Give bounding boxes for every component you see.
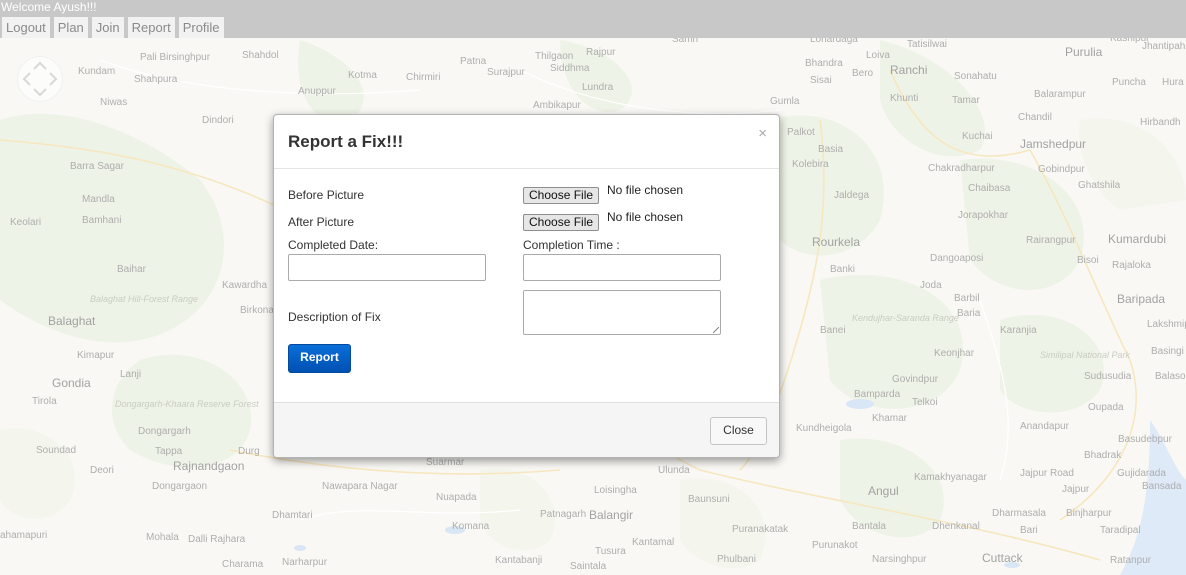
- completed-date-input[interactable]: [288, 254, 486, 281]
- welcome-text: Welcome Ayush!!!: [1, 0, 97, 14]
- resize-grip-icon[interactable]: [713, 327, 719, 333]
- modal-title: Report a Fix!!!: [288, 132, 404, 151]
- before-picture-file-status: No file chosen: [607, 183, 684, 197]
- before-picture-file-button[interactable]: Choose File: [523, 187, 600, 204]
- before-picture-label: Before Picture: [288, 188, 365, 202]
- close-icon[interactable]: ×: [758, 125, 767, 142]
- close-button[interactable]: Close: [710, 417, 767, 445]
- description-textarea[interactable]: [523, 290, 721, 335]
- completion-time-label: Completion Time :: [523, 238, 620, 252]
- modal-footer: Close: [274, 402, 779, 457]
- completion-time-input[interactable]: [523, 254, 721, 281]
- nav-logout-button[interactable]: Logout: [2, 17, 50, 38]
- after-picture-file-status: No file chosen: [607, 210, 684, 224]
- modal-header: Report a Fix!!! ×: [274, 115, 779, 169]
- nav-profile-button[interactable]: Profile: [178, 17, 224, 38]
- nav-bar: Logout Plan Join Report Profile: [2, 17, 224, 38]
- completed-date-label: Completed Date:: [288, 238, 379, 252]
- top-bar: Welcome Ayush!!! Logout Plan Join Report…: [0, 0, 1186, 38]
- nav-join-button[interactable]: Join: [91, 17, 124, 38]
- nav-report-button[interactable]: Report: [127, 17, 175, 38]
- description-label: Description of Fix: [288, 310, 381, 324]
- report-fix-modal: Report a Fix!!! × Before Picture Choose …: [273, 114, 780, 458]
- report-submit-button[interactable]: Report: [288, 344, 351, 373]
- after-picture-label: After Picture: [288, 215, 355, 229]
- after-picture-file-button[interactable]: Choose File: [523, 214, 600, 231]
- nav-plan-button[interactable]: Plan: [53, 17, 88, 38]
